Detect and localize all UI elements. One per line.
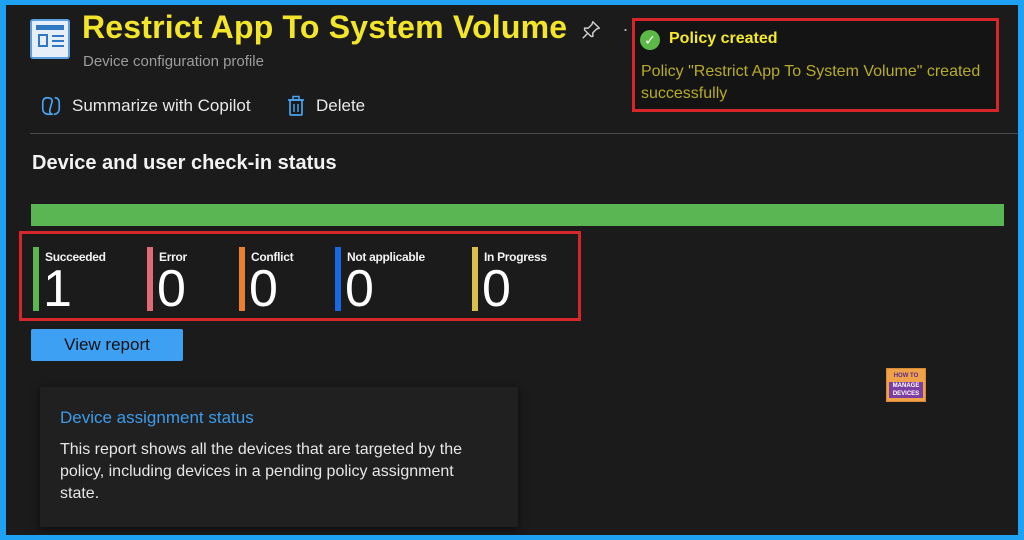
- delete-button[interactable]: Delete: [286, 95, 365, 117]
- watermark-logo: HOW TO MANAGE DEVICES: [886, 368, 926, 402]
- checkin-progress-bar: [31, 204, 1004, 226]
- stat-value: 0: [157, 260, 186, 318]
- checkin-status-title: Device and user check-in status: [32, 152, 337, 174]
- stat-color-bar: [33, 247, 39, 311]
- view-report-button[interactable]: View report: [31, 329, 183, 361]
- stat-value: 1: [43, 260, 72, 318]
- summarize-copilot-label: Summarize with Copilot: [72, 96, 251, 115]
- device-assignment-card: Device assignment status This report sho…: [40, 387, 518, 527]
- stat-color-bar: [239, 247, 245, 311]
- stat-value: 0: [482, 260, 511, 318]
- summarize-copilot-button[interactable]: Summarize with Copilot: [40, 95, 251, 117]
- stat-color-bar: [147, 247, 153, 311]
- success-check-icon: ✓: [640, 30, 660, 50]
- trash-icon: [288, 95, 304, 116]
- policy-blade: Restrict App To System Volume Device con…: [6, 5, 1018, 535]
- delete-label: Delete: [316, 96, 366, 115]
- stat-color-bar: [472, 247, 478, 311]
- command-bar: Summarize with Copilot Delete: [6, 95, 1018, 125]
- page-subtitle: Device configuration profile: [83, 53, 264, 70]
- status-counts-panel: Succeeded 1 Error 0 Conflict 0 Not appli…: [19, 231, 581, 321]
- copilot-icon: [41, 96, 61, 116]
- stat-value: 0: [249, 260, 278, 318]
- device-assignment-description: This report shows all the devices that a…: [60, 441, 462, 502]
- device-config-icon: [30, 19, 70, 59]
- header-divider: [30, 133, 1018, 134]
- more-options-icon[interactable]: .: [623, 15, 628, 36]
- page-title: Restrict App To System Volume: [82, 9, 568, 45]
- progress-succeeded-fill: [31, 204, 1004, 226]
- stat-value: 0: [345, 260, 374, 318]
- stat-color-bar: [335, 247, 341, 311]
- toast-title: Policy created: [669, 30, 778, 47]
- pin-icon[interactable]: [580, 19, 602, 41]
- device-assignment-link[interactable]: Device assignment status: [60, 408, 254, 428]
